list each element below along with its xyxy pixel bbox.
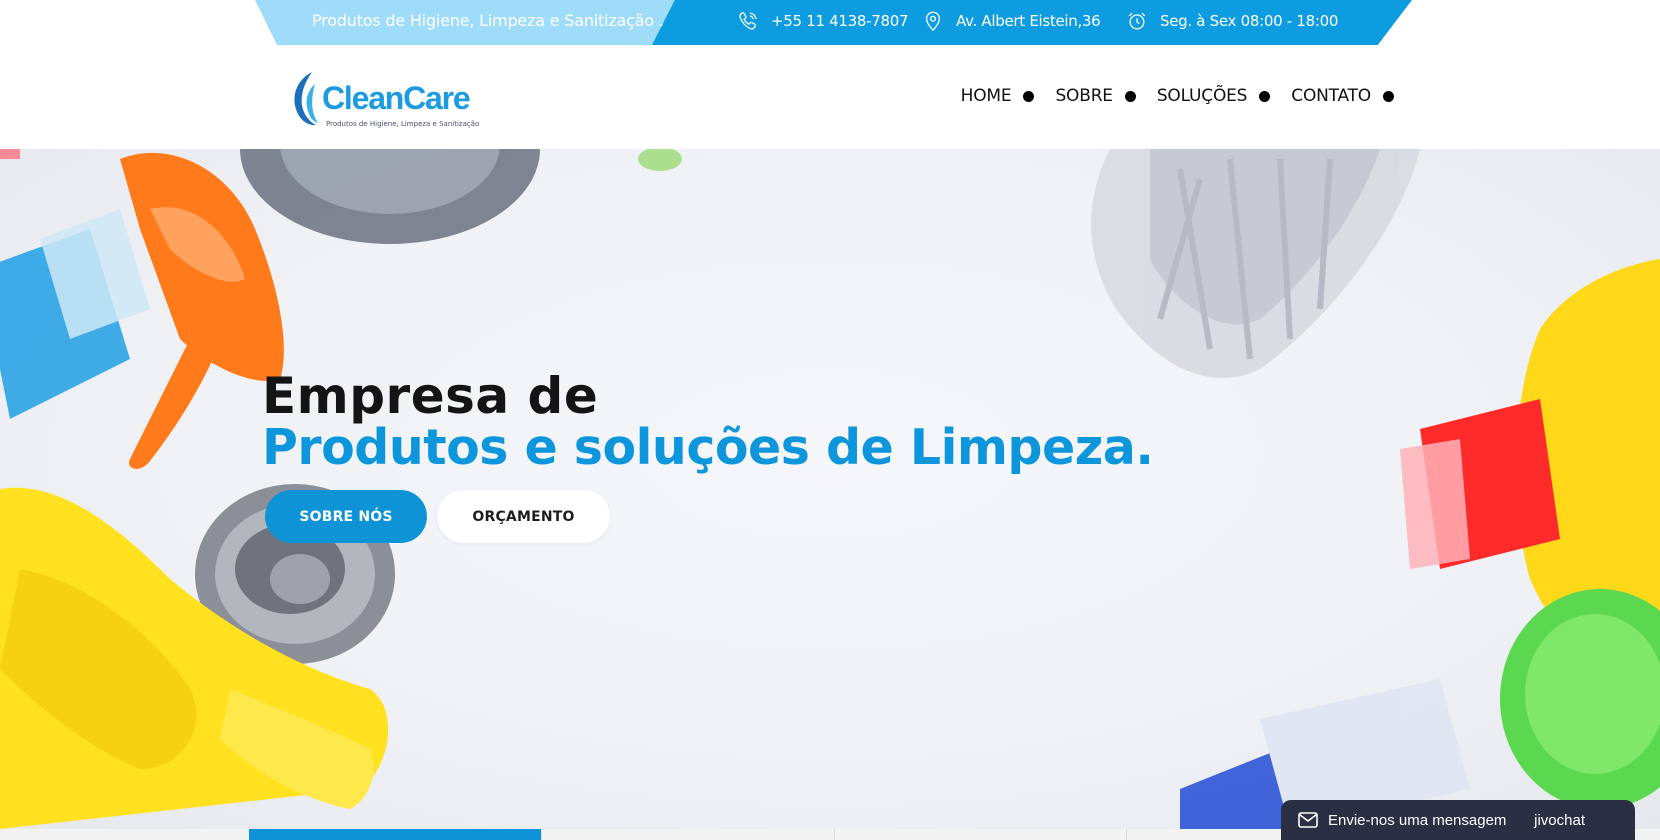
nav-item-label[interactable]: HOME <box>961 86 1012 106</box>
hero-title-line1: Empresa de <box>262 367 599 425</box>
nav-item-label[interactable]: SOBRE <box>1055 86 1113 106</box>
address-text: Av. Albert Eistein,36 <box>956 12 1101 30</box>
hours-contact: Seg. à Sex 08:00 - 18:00 <box>1126 10 1338 32</box>
top-tagline: Produtos de Higiene, Limpeza e Sanitizaç… <box>312 11 664 30</box>
chat-label[interactable]: Envie-nos uma mensagem <box>1328 812 1506 829</box>
brush-image <box>240 149 682 244</box>
nav-dot-icon <box>1124 90 1136 102</box>
chat-brand: jivochat <box>1534 811 1585 829</box>
top-bar: Produtos de Higiene, Limpeza e Sanitizaç… <box>0 0 1660 45</box>
cleancare-logo[interactable]: CleanCare Produtos de Higiene, Limpeza e… <box>288 70 480 130</box>
nav-item-label[interactable]: CONTATO <box>1291 86 1371 106</box>
phone-contact[interactable]: +55 11 4138-7807 <box>737 10 909 32</box>
logo-swoosh-icon <box>294 72 318 126</box>
site-header: CleanCare Produtos de Higiene, Limpeza e… <box>0 45 1660 149</box>
green-scrubber-image <box>1500 589 1660 809</box>
envelope-icon <box>1298 812 1318 828</box>
logo-tagline: Produtos de Higiene, Limpeza e Sanitizaç… <box>326 120 480 128</box>
main-nav: HOME SOBRE SOLUÇÕES CONTATO <box>940 86 1394 106</box>
location-pin-icon <box>925 11 941 32</box>
phone-icon <box>739 12 757 30</box>
spray-bottle-image <box>0 149 284 469</box>
orcamento-button[interactable]: ORÇAMENTO <box>437 490 610 543</box>
hours-text: Seg. à Sex 08:00 - 18:00 <box>1160 12 1339 30</box>
nav-item-label[interactable]: SOLUÇÕES <box>1157 86 1248 106</box>
phone-number[interactable]: +55 11 4138-7807 <box>771 12 909 30</box>
hero-banner: Empresa de Produtos e soluções de Limpez… <box>0 149 1660 829</box>
mop-image <box>1091 149 1420 379</box>
nav-dot-icon <box>1259 90 1271 102</box>
nav-item-solucoes[interactable]: SOLUÇÕES <box>1157 86 1271 106</box>
alarm-clock-icon <box>1128 12 1146 30</box>
address-contact: Av. Albert Eistein,36 <box>922 10 1101 32</box>
slider-tab-2[interactable] <box>541 829 834 840</box>
slider-tab-3[interactable] <box>834 829 1126 840</box>
chat-widget[interactable]: Envie-nos uma mensagem jivochat <box>1281 800 1635 840</box>
logo-wordmark: CleanCare <box>322 80 471 116</box>
hero-title-line2: Produtos e soluções de Limpeza. <box>262 419 1154 476</box>
nav-item-sobre[interactable]: SOBRE <box>1055 86 1136 106</box>
slider-tab-1[interactable] <box>249 829 541 840</box>
sobre-nos-button[interactable]: SOBRE NÓS <box>265 490 427 543</box>
nav-dot-icon <box>1383 90 1394 102</box>
hero-background-illustration <box>0 149 1660 829</box>
nav-dot-icon <box>1023 90 1035 102</box>
nav-item-home[interactable]: HOME <box>961 86 1035 106</box>
nav-item-contato[interactable]: CONTATO <box>1291 86 1394 106</box>
